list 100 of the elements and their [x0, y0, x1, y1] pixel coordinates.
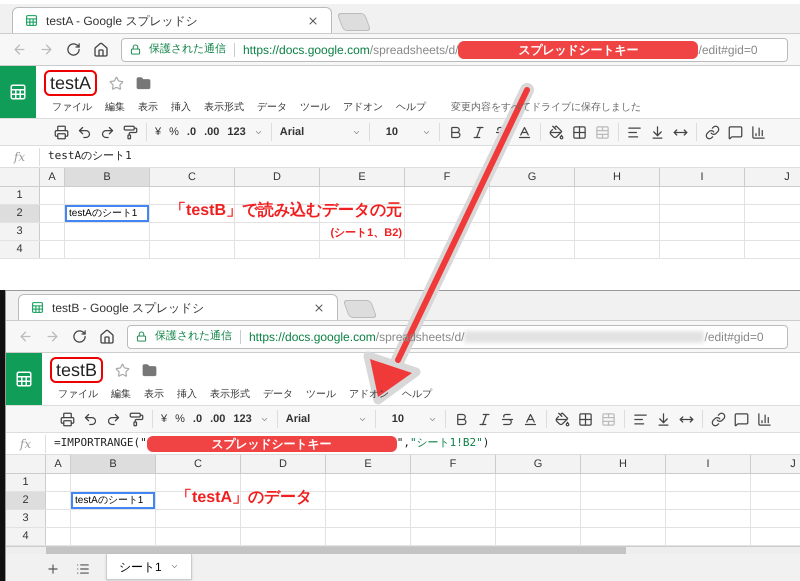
add-sheet-icon[interactable]	[46, 562, 60, 576]
menu-item[interactable]: 表示	[144, 387, 164, 402]
column-header[interactable]: D	[235, 168, 320, 186]
scrollbar-thumb[interactable]	[46, 547, 626, 554]
menu-item[interactable]: データ	[263, 387, 293, 402]
column-header[interactable]: H	[581, 455, 666, 473]
column-header[interactable]: I	[666, 455, 751, 473]
currency-button[interactable]: ¥	[155, 124, 162, 140]
column-header[interactable]: F	[411, 455, 496, 473]
comment-icon[interactable]	[734, 412, 749, 426]
text-color-icon[interactable]	[522, 412, 538, 426]
column-header[interactable]: D	[241, 455, 326, 473]
fill-color-icon[interactable]	[548, 124, 564, 140]
sheets-logo[interactable]	[0, 66, 36, 118]
folder-icon[interactable]	[136, 76, 152, 90]
document-title[interactable]: testA	[44, 70, 98, 96]
row-header[interactable]: 4	[6, 528, 46, 545]
decrease-decimal-button[interactable]: .0	[192, 410, 202, 428]
fill-color-icon[interactable]	[554, 412, 570, 426]
column-header[interactable]: G	[490, 168, 575, 186]
browser-tab[interactable]: testA - Google スプレッドシ	[12, 7, 332, 33]
menu-item[interactable]: ヘルプ	[402, 387, 432, 402]
font-dropdown[interactable]: Arial	[280, 124, 344, 140]
chart-icon[interactable]	[750, 124, 766, 140]
vertical-align-icon[interactable]	[656, 412, 671, 426]
link-icon[interactable]	[704, 124, 720, 140]
close-icon[interactable]	[307, 14, 319, 26]
row-header[interactable]: 1	[0, 187, 40, 204]
menu-item[interactable]: 編集	[105, 100, 125, 115]
row-header[interactable]: 4	[0, 241, 40, 258]
vertical-align-icon[interactable]	[650, 124, 665, 140]
menu-item[interactable]: アドオン	[349, 387, 389, 402]
decrease-decimal-button[interactable]: .0	[186, 124, 196, 140]
document-title[interactable]: testB	[50, 357, 104, 383]
sheet-list-icon[interactable]	[76, 562, 90, 576]
increase-decimal-button[interactable]: .00	[204, 124, 220, 140]
column-header[interactable]: B	[65, 168, 150, 186]
menu-item[interactable]: アドオン	[343, 100, 383, 115]
borders-icon[interactable]	[572, 124, 587, 140]
column-header[interactable]: C	[156, 455, 241, 473]
number-format-button[interactable]: 123	[227, 124, 246, 140]
column-header[interactable]: E	[326, 455, 411, 473]
comment-icon[interactable]	[728, 124, 743, 140]
italic-icon[interactable]	[470, 124, 486, 140]
column-header[interactable]: F	[405, 168, 490, 186]
font-size-dropdown[interactable]: 10	[384, 410, 420, 428]
menu-item[interactable]: 表示形式	[210, 387, 250, 402]
text-color-icon[interactable]	[516, 124, 532, 140]
folder-icon[interactable]	[142, 362, 158, 378]
column-header[interactable]: H	[575, 168, 660, 186]
star-icon[interactable]	[109, 76, 124, 90]
strikethrough-icon[interactable]	[500, 412, 515, 426]
reload-icon[interactable]	[72, 329, 87, 344]
formula-field[interactable]: testAのシート1	[40, 148, 132, 165]
align-icon[interactable]	[632, 412, 648, 426]
menu-item[interactable]: 表示形式	[204, 100, 244, 115]
reload-icon[interactable]	[66, 42, 81, 57]
print-icon[interactable]	[54, 124, 69, 140]
column-header[interactable]: I	[660, 168, 745, 186]
font-dropdown[interactable]: Arial	[286, 410, 350, 428]
print-icon[interactable]	[60, 412, 75, 426]
undo-icon[interactable]	[77, 124, 92, 140]
menu-item[interactable]: 挿入	[171, 100, 191, 115]
row-header[interactable]: 3	[6, 510, 46, 527]
menu-item[interactable]: 挿入	[177, 387, 197, 402]
column-header[interactable]: J	[745, 168, 800, 186]
menu-item[interactable]: ファイル	[52, 100, 92, 115]
currency-button[interactable]: ¥	[161, 410, 168, 428]
percent-button[interactable]: %	[175, 410, 185, 428]
menu-item[interactable]: ファイル	[58, 387, 98, 402]
sheets-logo[interactable]	[6, 353, 42, 405]
column-header[interactable]: G	[496, 455, 581, 473]
chart-icon[interactable]	[756, 412, 772, 426]
row-header[interactable]: 2	[0, 205, 40, 222]
horizontal-scrollbar[interactable]	[6, 546, 800, 554]
browser-tab[interactable]: testB - Google スプレッドシ	[18, 294, 338, 320]
undo-icon[interactable]	[83, 412, 98, 426]
redo-icon[interactable]	[100, 124, 115, 140]
number-format-button[interactable]: 123	[233, 410, 252, 428]
close-icon[interactable]	[313, 302, 325, 314]
menu-item[interactable]: データ	[257, 100, 287, 115]
column-header[interactable]: J	[751, 455, 800, 473]
paint-roller-icon[interactable]	[129, 412, 144, 426]
row-header[interactable]: 1	[6, 474, 46, 491]
italic-icon[interactable]	[476, 412, 492, 426]
column-header[interactable]: E	[320, 168, 405, 186]
home-icon[interactable]	[93, 42, 109, 58]
home-icon[interactable]	[99, 328, 115, 344]
percent-button[interactable]: %	[169, 124, 179, 140]
increase-decimal-button[interactable]: .00	[210, 410, 226, 428]
sheet-tab[interactable]: シート1	[106, 554, 192, 580]
selected-cell[interactable]: testAのシート1	[65, 205, 149, 222]
menu-item[interactable]: ヘルプ	[396, 100, 426, 115]
row-header[interactable]: 3	[0, 223, 40, 240]
link-icon[interactable]	[710, 412, 726, 426]
menu-item[interactable]: 編集	[111, 387, 131, 402]
menu-item[interactable]: 表示	[138, 100, 158, 115]
font-size-dropdown[interactable]: 10	[378, 124, 414, 140]
redo-icon[interactable]	[106, 412, 121, 426]
paint-roller-icon[interactable]	[123, 124, 138, 140]
